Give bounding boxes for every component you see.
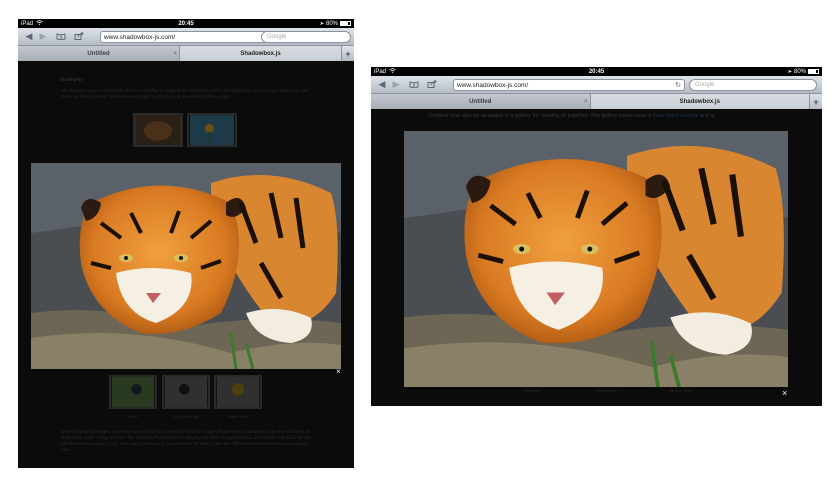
- bookmarks-icon[interactable]: [54, 32, 68, 42]
- share-icon[interactable]: [72, 31, 86, 42]
- thumbnail-tiger[interactable]: [133, 113, 183, 147]
- gallery-paragraph: Content may also be arranged in a galler…: [429, 113, 809, 119]
- tab-shadowbox[interactable]: Shadowbox.js: [180, 46, 342, 61]
- lightbox-close-icon[interactable]: ×: [782, 388, 787, 398]
- ipad-portrait-screenshot: iPad 20:45 ➤ 80% ◀ ▶ www.shadowbox-js.co…: [18, 19, 354, 468]
- tab-label: Shadowbox.js: [679, 98, 720, 105]
- tab-shadowbox[interactable]: Shadowbox.js: [590, 94, 810, 109]
- tab-bar: Untitled × Shadowbox.js +: [18, 46, 354, 61]
- thumbnail-caption: Flash Video: [227, 414, 249, 419]
- clock: 20:45: [588, 68, 605, 75]
- lightbox-image-tiger: [404, 131, 788, 387]
- forward-button[interactable]: ▶: [36, 31, 50, 42]
- gallery-text-end: and is: [699, 113, 715, 119]
- battery-icon: [808, 69, 819, 74]
- thumbnail-brian[interactable]: [109, 375, 157, 409]
- forward-button[interactable]: ▶: [389, 79, 403, 90]
- tab-label: Shadowbox.js: [240, 50, 281, 57]
- page-content-dimmed: Content may also be arranged in a galler…: [371, 109, 822, 406]
- thumbnail-caption: Brian: [128, 414, 138, 419]
- tab-label: Untitled: [87, 50, 110, 57]
- browser-toolbar: ◀ ▶ www.shadowbox-js.com/ ↻ Google: [18, 28, 354, 46]
- address-bar[interactable]: www.shadowbox-js.com/ ↻: [453, 79, 685, 91]
- page-content-dimmed: Examples The simplest way to use Shadowb…: [18, 61, 354, 468]
- tab-untitled[interactable]: Untitled ×: [371, 94, 591, 109]
- thumbnail-caption: Olympic Rings: [173, 414, 199, 419]
- url-text: www.shadowbox-js.com/: [457, 81, 529, 89]
- search-placeholder: Google: [695, 82, 715, 88]
- gallery-link[interactable]: flash video overlay: [653, 113, 699, 119]
- tab-label: Untitled: [469, 98, 492, 105]
- thumbnail-caption: Tarsius Video: [669, 388, 693, 393]
- status-bar: iPad 20:45 ➤ 80%: [371, 67, 822, 76]
- outro-paragraph: When displaying images, you have some fl…: [61, 429, 311, 452]
- status-bar: iPad 20:45 ➤ 80%: [18, 19, 354, 28]
- new-tab-button[interactable]: +: [810, 94, 822, 109]
- back-button[interactable]: ◀: [22, 31, 36, 42]
- address-bar[interactable]: www.shadowbox-js.com/ ↻: [100, 31, 275, 43]
- battery-percent: 80%: [793, 68, 806, 75]
- intro-paragraph: The simplest way to use Shadowbox is to …: [61, 88, 309, 99]
- thumbnail-olympic-rings[interactable]: [162, 375, 210, 409]
- back-button[interactable]: ◀: [375, 79, 389, 90]
- search-field[interactable]: Google: [689, 79, 817, 91]
- tab-bar: Untitled × Shadowbox.js +: [371, 94, 822, 109]
- bookmarks-icon[interactable]: [407, 80, 421, 90]
- section-heading: Examples: [61, 77, 83, 83]
- thumbnail-caption: Felis Leo: [522, 388, 540, 393]
- lightbox-close-icon[interactable]: ×: [336, 367, 341, 376]
- thumbnail-flash-video[interactable]: [214, 375, 262, 409]
- thumbnail-caption: Chimp Chat: [595, 388, 617, 393]
- battery-percent: 80%: [325, 20, 338, 27]
- tab-untitled[interactable]: Untitled ×: [18, 46, 180, 61]
- location-icon: ➤: [787, 68, 792, 75]
- gallery-text: Content may also be arranged in a galler…: [429, 113, 652, 119]
- ipad-landscape-screenshot: iPad 20:45 ➤ 80% ◀ ▶ www.shadowbox-js.co…: [371, 67, 822, 406]
- thumbnail-flower[interactable]: [187, 113, 237, 147]
- clock: 20:45: [178, 20, 194, 27]
- url-text: www.shadowbox-js.com/: [104, 33, 176, 41]
- share-icon[interactable]: [425, 79, 439, 90]
- tab-close-icon[interactable]: ×: [173, 51, 177, 57]
- battery-icon: [340, 21, 351, 26]
- location-icon: ➤: [319, 20, 324, 27]
- browser-toolbar: ◀ ▶ www.shadowbox-js.com/ ↻ Google: [371, 76, 822, 94]
- search-placeholder: Google: [267, 34, 287, 40]
- reload-icon[interactable]: ↻: [675, 81, 681, 89]
- new-tab-button[interactable]: +: [342, 46, 354, 61]
- lightbox-image-tiger: [31, 163, 341, 369]
- tab-close-icon[interactable]: ×: [584, 99, 588, 105]
- search-field[interactable]: Google: [261, 31, 351, 43]
